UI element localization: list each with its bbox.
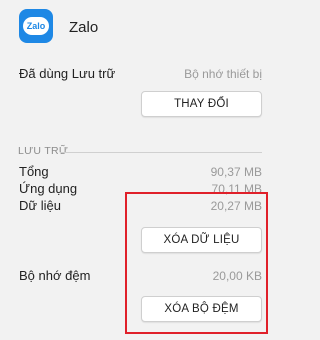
storage-section-title: LƯU TRỮ — [18, 145, 69, 157]
section-divider — [60, 152, 262, 153]
total-label: Tổng — [19, 164, 49, 179]
zalo-app-icon: Zalo — [19, 9, 53, 43]
storage-used-value: Bộ nhớ thiết bị — [184, 67, 262, 81]
data-size-label: Dữ liệu — [19, 198, 61, 213]
app-header: Zalo Zalo — [0, 0, 280, 58]
change-storage-button[interactable]: THAY ĐỔI — [141, 91, 262, 117]
total-value: 90,37 MB — [210, 165, 262, 179]
zalo-logo-text: Zalo — [23, 17, 49, 35]
highlight-box — [125, 192, 268, 334]
storage-used-label: Đã dùng Lưu trữ — [19, 66, 116, 81]
app-name: Zalo — [69, 19, 99, 36]
cache-label: Bộ nhớ đệm — [19, 268, 91, 283]
app-size-label: Ứng dụng — [19, 181, 78, 196]
